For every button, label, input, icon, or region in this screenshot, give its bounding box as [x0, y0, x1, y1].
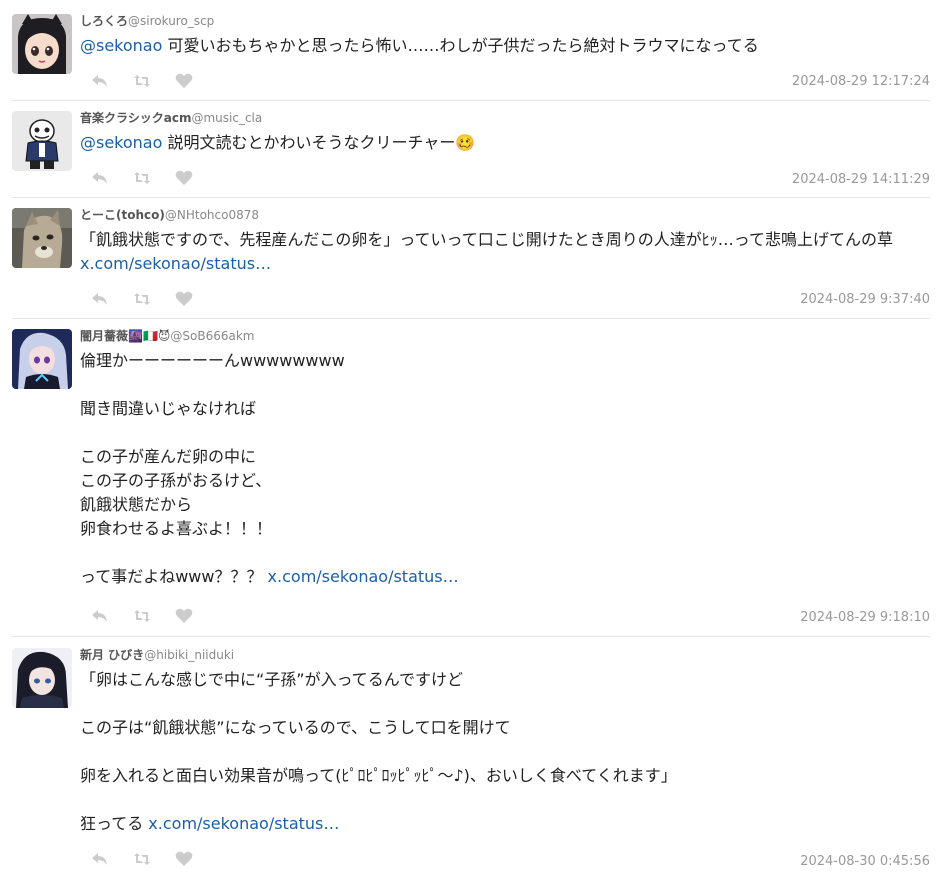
heart-icon[interactable] [174, 607, 194, 625]
mention-link[interactable]: @sekonao [80, 133, 162, 152]
avatar[interactable] [12, 329, 72, 389]
retweet-icon[interactable] [132, 290, 152, 308]
tweet-text: @sekonao 説明文読むとかわいそうなクリーチャー🥴 [80, 131, 930, 155]
tweet-actions [90, 607, 194, 625]
reply-icon[interactable] [90, 290, 110, 308]
retweet-icon[interactable] [132, 72, 152, 90]
reply-icon[interactable] [90, 607, 110, 625]
user-handle[interactable]: @SoB666akm [170, 329, 254, 343]
tweet-actions [90, 72, 194, 90]
tweet-header: とーこ(tohco)@NHtohco0878 [80, 206, 259, 223]
retweet-icon[interactable] [132, 850, 152, 868]
status-link[interactable]: x.com/sekonao/status… [80, 254, 271, 273]
tweet-feed: しろくろ@sirokuro_scp @sekonao 可愛いおもちゃかと思ったら… [0, 0, 937, 878]
tweet-text: 「卵はこんな感じで中に“子孫”が入ってるんですけど この子は“飢餓状態”になって… [80, 668, 930, 836]
tweet-header: しろくろ@sirokuro_scp [80, 12, 214, 29]
tweet: 闇月薔薇🌆🇮🇹😈@SoB666akm 倫理かーーーーーーんwwwwwwww 聞き… [12, 323, 930, 637]
mention-link[interactable]: @sekonao [80, 36, 162, 55]
tweet-text: @sekonao 可愛いおもちゃかと思ったら怖い……わしが子供だったら絶対トラウ… [80, 34, 930, 58]
user-handle[interactable]: @music_cla [191, 111, 262, 125]
avatar[interactable] [12, 14, 72, 74]
heart-icon[interactable] [174, 850, 194, 868]
display-name[interactable]: 音楽クラシックacm [80, 111, 191, 125]
retweet-icon[interactable] [132, 607, 152, 625]
tweet-body: 倫理かーーーーーーんwwwwwwww 聞き間違いじゃなければ この子が産んだ卵の… [80, 351, 345, 586]
display-name[interactable]: 新月 ひびき [80, 648, 144, 662]
avatar[interactable] [12, 111, 72, 171]
timestamp[interactable]: 2024-08-29 9:18:10 [800, 610, 930, 625]
tweet-header: 闇月薔薇🌆🇮🇹😈@SoB666akm [80, 327, 255, 344]
tweet-body: 「卵はこんな感じで中に“子孫”が入ってるんですけど この子は“飢餓状態”になって… [80, 670, 677, 833]
timestamp[interactable]: 2024-08-29 14:11:29 [792, 172, 930, 187]
retweet-icon[interactable] [132, 169, 152, 187]
heart-icon[interactable] [174, 290, 194, 308]
display-name[interactable]: とーこ(tohco) [80, 208, 165, 222]
tweet-actions [90, 290, 194, 308]
user-handle[interactable]: @NHtohco0878 [165, 208, 259, 222]
tweet-body: 可愛いおもちゃかと思ったら怖い……わしが子供だったら絶対トラウマになってる [162, 36, 759, 55]
reply-icon[interactable] [90, 72, 110, 90]
tweet-text: 倫理かーーーーーーんwwwwwwww 聞き間違いじゃなければ この子が産んだ卵の… [80, 349, 930, 589]
user-handle[interactable]: @hibiki_niiduki [144, 648, 234, 662]
status-link[interactable]: x.com/sekonao/status… [268, 567, 459, 586]
timestamp[interactable]: 2024-08-29 12:17:24 [792, 74, 930, 89]
reply-icon[interactable] [90, 169, 110, 187]
tweet-header: 音楽クラシックacm@music_cla [80, 109, 262, 126]
avatar[interactable] [12, 648, 72, 708]
timestamp[interactable]: 2024-08-29 9:37:40 [800, 292, 930, 307]
tweet-actions [90, 169, 194, 187]
user-handle[interactable]: @sirokuro_scp [128, 14, 214, 28]
status-link[interactable]: x.com/sekonao/status… [148, 814, 339, 833]
timestamp[interactable]: 2024-08-30 0:45:56 [800, 854, 930, 869]
tweet-body: 「飢餓状態ですので、先程産んだこの卵を」っていって口こじ開けたとき周りの人達がﾋ… [80, 230, 899, 249]
tweet: 音楽クラシックacm@music_cla @sekonao 説明文読むとかわいそ… [12, 105, 930, 198]
tweet: とーこ(tohco)@NHtohco0878 「飢餓状態ですので、先程産んだこの… [12, 202, 930, 319]
reply-icon[interactable] [90, 850, 110, 868]
display-name[interactable]: しろくろ [80, 14, 128, 28]
tweet: しろくろ@sirokuro_scp @sekonao 可愛いおもちゃかと思ったら… [12, 8, 930, 101]
display-name[interactable]: 闇月薔薇🌆🇮🇹😈 [80, 329, 170, 343]
tweet-body: 説明文読むとかわいそうなクリーチャー🥴 [162, 133, 476, 152]
heart-icon[interactable] [174, 169, 194, 187]
tweet: 新月 ひびき@hibiki_niiduki 「卵はこんな感じで中に“子孫”が入っ… [12, 642, 930, 878]
heart-icon[interactable] [174, 72, 194, 90]
tweet-text: 「飢餓状態ですので、先程産んだこの卵を」っていって口こじ開けたとき周りの人達がﾋ… [80, 228, 930, 276]
tweet-actions [90, 850, 194, 868]
tweet-header: 新月 ひびき@hibiki_niiduki [80, 646, 234, 663]
avatar[interactable] [12, 208, 72, 268]
